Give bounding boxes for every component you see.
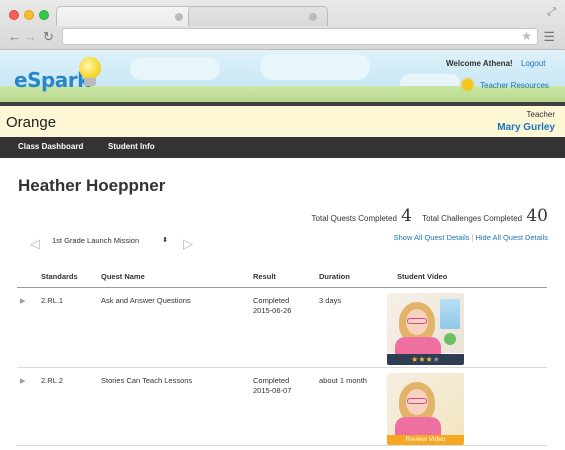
- student-video-thumbnail[interactable]: Review Video: [387, 373, 464, 445]
- expand-row-icon[interactable]: ▶: [20, 297, 25, 305]
- duration-cell: 3 days: [319, 296, 342, 305]
- browser-tab[interactable]: [188, 6, 328, 26]
- table-row[interactable]: ▶ 2.RL.2 Stories Can Teach Lessons Compl…: [17, 368, 547, 446]
- minimize-window-button[interactable]: [24, 10, 34, 20]
- forward-arrow-icon[interactable]: →: [24, 29, 37, 44]
- nav-class-dashboard[interactable]: Class Dashboard: [18, 142, 83, 151]
- result-cell: Completed 2015-06-26: [253, 296, 291, 316]
- rating-star-icon: ★: [418, 355, 426, 364]
- fullscreen-icon[interactable]: ⤢: [547, 6, 556, 19]
- student-video-thumbnail[interactable]: ★★★★: [387, 293, 464, 365]
- standard-cell: 2.RL.2: [41, 376, 64, 385]
- result-date: 2015-06-26: [253, 306, 292, 315]
- close-tab-icon[interactable]: [309, 13, 317, 21]
- address-bar[interactable]: ★: [62, 28, 538, 45]
- column-header-student-video: Student Video: [397, 272, 448, 281]
- class-info-bar: Orange Teacher Mary Gurley: [0, 106, 565, 137]
- browser-chrome: ⤢ ← → ↻ ★ ☰: [0, 0, 565, 50]
- student-shirt: [395, 417, 441, 437]
- column-header-duration: Duration: [319, 272, 350, 281]
- globe-decoration: [444, 333, 456, 345]
- quests-completed-value: 4: [401, 206, 412, 226]
- column-header-result: Result: [253, 272, 276, 281]
- link-separator: |: [471, 233, 474, 242]
- show-all-details-link[interactable]: Show All Quest Details: [394, 233, 470, 242]
- close-tab-icon[interactable]: [175, 13, 183, 21]
- quest-table: Standards Quest Name Result Duration Stu…: [17, 271, 547, 446]
- result-cell: Completed 2015-08-07: [253, 376, 291, 396]
- result-status: Completed: [253, 376, 290, 385]
- back-arrow-icon[interactable]: ←: [8, 29, 21, 44]
- challenges-completed-label: Total Challenges Completed: [422, 214, 523, 223]
- zoom-window-button[interactable]: [39, 10, 49, 20]
- nav-student-info[interactable]: Student Info: [108, 142, 155, 151]
- mission-select-value: 1st Grade Launch Mission: [52, 236, 140, 245]
- quest-name-cell: Stories Can Teach Lessons: [101, 376, 193, 385]
- result-date: 2015-08-07: [253, 386, 292, 395]
- bookmark-star-icon[interactable]: ★: [521, 29, 532, 43]
- browser-tab-active[interactable]: [56, 6, 194, 26]
- student-name: Heather Hoeppner: [18, 176, 166, 195]
- next-mission-arrow-icon[interactable]: ▷: [183, 236, 193, 252]
- welcome-text: Welcome Athena!: [446, 59, 513, 68]
- bookshelf-decoration: [440, 299, 460, 329]
- quest-totals: Total Quests Completed 4 Total Challenge…: [312, 206, 548, 226]
- teacher-resources-link[interactable]: Teacher Resources: [480, 81, 549, 90]
- quest-detail-links: Show All Quest Details | Hide All Quest De…: [394, 233, 548, 242]
- rating-star-icon: ★: [425, 355, 433, 364]
- teacher-name[interactable]: Mary Gurley: [497, 122, 555, 133]
- main-nav: Class Dashboard Student Info: [0, 137, 565, 158]
- challenges-completed-value: 40: [526, 206, 548, 226]
- duration-cell: about 1 month: [319, 376, 367, 385]
- student-glasses: [407, 398, 427, 404]
- video-rating-bar: ★★★★: [387, 354, 464, 365]
- student-glasses: [407, 318, 427, 324]
- lightbulb-icon: [79, 57, 101, 79]
- previous-mission-arrow-icon[interactable]: ◁: [30, 236, 40, 252]
- class-name: Orange: [6, 114, 57, 131]
- quest-name-cell: Ask and Answer Questions: [101, 296, 191, 305]
- rating-star-empty-icon: ★: [432, 355, 440, 364]
- espark-logo[interactable]: eSpark: [14, 68, 90, 92]
- column-header-standards: Standards: [41, 272, 78, 281]
- column-header-quest-name: Quest Name: [101, 272, 145, 281]
- table-header: Standards Quest Name Result Duration Stu…: [17, 271, 547, 288]
- logout-link[interactable]: Logout: [521, 59, 545, 68]
- cloud-decoration: [130, 58, 220, 80]
- close-window-button[interactable]: [9, 10, 19, 20]
- expand-row-icon[interactable]: ▶: [20, 377, 25, 385]
- select-caret-icon: ⬍: [162, 237, 168, 244]
- table-row[interactable]: ▶ 2.RL.1 Ask and Answer Questions Comple…: [17, 288, 547, 368]
- site-header: eSpark Welcome Athena! Logout Teacher Re…: [0, 50, 565, 102]
- lightbulb-base-icon: [84, 78, 96, 86]
- quests-completed-label: Total Quests Completed: [311, 214, 397, 223]
- reload-icon[interactable]: ↻: [43, 29, 54, 45]
- hide-all-details-link[interactable]: Hide All Quest Details: [475, 233, 548, 242]
- result-status: Completed: [253, 296, 290, 305]
- browser-menu-icon[interactable]: ☰: [543, 29, 555, 45]
- teacher-label: Teacher: [526, 110, 555, 119]
- sun-icon: [462, 79, 473, 90]
- standard-cell: 2.RL.1: [41, 296, 64, 305]
- review-video-button[interactable]: Review Video: [387, 435, 464, 445]
- mission-select[interactable]: 1st Grade Launch Mission ⬍: [52, 236, 170, 250]
- cloud-decoration: [260, 54, 370, 80]
